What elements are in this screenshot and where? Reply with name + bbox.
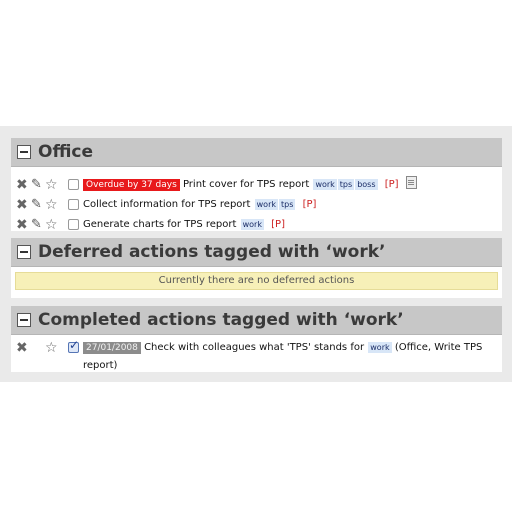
action-row: ✖ ✎ ☆ Collect information for TPS report…: [11, 196, 502, 214]
project-link[interactable]: [P]: [303, 199, 317, 210]
delete-x-icon[interactable]: ✖: [16, 196, 28, 214]
section-completed: Completed actions tagged with ‘work’ ✖ ☆…: [11, 306, 502, 372]
section-deferred: Deferred actions tagged with ‘work’ Curr…: [11, 238, 502, 298]
completion-date: 27/01/2008: [83, 342, 141, 354]
tag-tps[interactable]: tps: [278, 199, 296, 210]
action-description[interactable]: Collect information for TPS report: [83, 199, 250, 210]
action-line: 27/01/2008 Check with colleagues what 'T…: [83, 339, 482, 357]
action-row: ✖ ✎ ☆ Generate charts for TPS report wor…: [11, 216, 502, 234]
star-icon[interactable]: ☆: [45, 176, 58, 194]
action-line: Collect information for TPS report work t…: [83, 196, 316, 214]
action-description[interactable]: Print cover for TPS report: [183, 179, 309, 190]
complete-checkbox[interactable]: [68, 179, 79, 190]
completed-checkbox[interactable]: [68, 338, 79, 353]
section-completed-title: Completed actions tagged with ‘work’: [38, 310, 404, 330]
complete-checkbox[interactable]: [68, 219, 79, 230]
tag-tps[interactable]: tps: [337, 179, 355, 190]
action-line: Generate charts for TPS report work [P]: [83, 216, 285, 234]
section-office-header: Office: [11, 138, 502, 167]
star-icon[interactable]: ☆: [45, 216, 58, 234]
delete-x-icon[interactable]: ✖: [16, 176, 28, 194]
delete-x-icon[interactable]: ✖: [16, 339, 28, 357]
action-context-continued: report): [83, 360, 118, 371]
star-icon[interactable]: ☆: [45, 339, 58, 357]
note-icon[interactable]: [405, 176, 417, 189]
section-deferred-title: Deferred actions tagged with ‘work’: [38, 242, 386, 262]
tag-work[interactable]: work: [313, 179, 337, 190]
delete-x-icon[interactable]: ✖: [16, 216, 28, 234]
overdue-badge: Overdue by 37 days: [83, 179, 180, 191]
tag-boss[interactable]: boss: [355, 179, 378, 190]
star-icon[interactable]: ☆: [45, 196, 58, 214]
tag-work[interactable]: work: [240, 219, 264, 230]
collapse-minus-icon[interactable]: [17, 245, 31, 259]
collapse-minus-icon[interactable]: [17, 313, 31, 327]
pencil-icon[interactable]: ✎: [31, 196, 42, 214]
action-description[interactable]: Check with colleagues what 'TPS' stands …: [144, 342, 364, 353]
section-completed-header: Completed actions tagged with ‘work’: [11, 306, 502, 335]
action-line-continued: report): [83, 357, 117, 375]
pencil-icon[interactable]: ✎: [31, 176, 42, 194]
action-line: Overdue by 37 days Print cover for TPS r…: [83, 176, 417, 194]
project-link[interactable]: [P]: [385, 179, 399, 190]
complete-checkbox[interactable]: [68, 199, 79, 210]
pencil-icon[interactable]: ✎: [31, 216, 42, 234]
project-link[interactable]: [P]: [271, 219, 285, 230]
collapse-minus-icon[interactable]: [17, 145, 31, 159]
section-office-title: Office: [38, 142, 94, 162]
section-deferred-header: Deferred actions tagged with ‘work’: [11, 238, 502, 267]
section-office: Office ✖ ✎ ☆ Overdue by 37 days Print co…: [11, 138, 502, 234]
completed-action-row: ✖ ☆ 27/01/2008 Check with colleagues wha…: [11, 338, 502, 375]
action-row: ✖ ✎ ☆ Overdue by 37 days Print cover for…: [11, 176, 502, 194]
action-context: (Office, Write TPS: [394, 342, 483, 353]
tag-work[interactable]: work: [368, 342, 392, 353]
action-description[interactable]: Generate charts for TPS report: [83, 219, 236, 230]
tag-work[interactable]: work: [254, 199, 278, 210]
actions-panel: Office ✖ ✎ ☆ Overdue by 37 days Print co…: [0, 126, 512, 382]
empty-message: Currently there are no deferred actions: [15, 272, 498, 290]
